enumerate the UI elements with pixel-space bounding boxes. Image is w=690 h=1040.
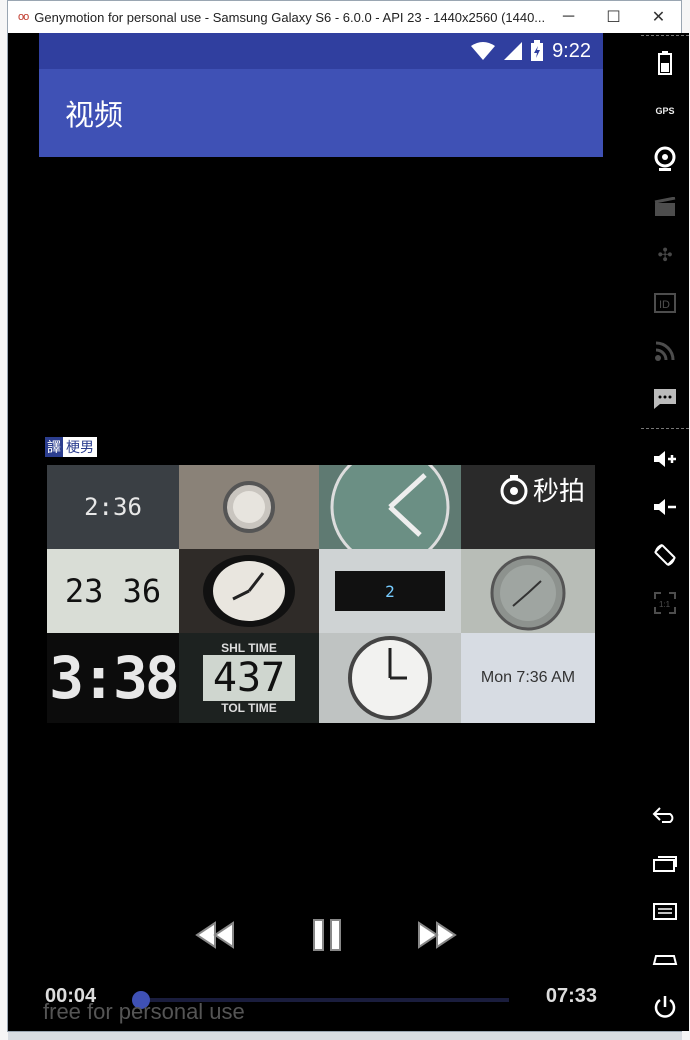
maximize-button[interactable]: ☐ xyxy=(591,1,636,33)
home-icon[interactable] xyxy=(649,943,681,975)
video-surface[interactable]: 2:36 秒拍 23 36 2 3:38 SHL TIME 437 TOL TI… xyxy=(47,465,595,723)
recent-apps-icon[interactable] xyxy=(649,847,681,879)
frame-pocket-watch xyxy=(461,549,595,633)
miaopai-logo-text: 秒拍 xyxy=(532,477,585,507)
dpad-widget-icon[interactable]: ✣ xyxy=(649,239,681,271)
power-icon[interactable] xyxy=(649,991,681,1023)
menu-icon[interactable] xyxy=(649,895,681,927)
frame-office-clock xyxy=(319,633,461,723)
sms-widget-icon[interactable] xyxy=(649,383,681,415)
frame-scoreboard-top: SHL TIME xyxy=(221,641,277,655)
frame-digital-clock: 2:36 xyxy=(47,465,179,549)
frame-scoreboard-value: 437 xyxy=(202,655,296,701)
frame-menubar-clock: Mon 7:36 AM xyxy=(461,633,595,723)
fast-forward-button[interactable] xyxy=(413,913,461,957)
phone-screen: 9:22 视频 譯 梗男 2:36 秒拍 23 36 2 3:38 SHL TI… xyxy=(39,33,603,1031)
webcam-widget-icon[interactable] xyxy=(649,143,681,175)
subtitle-text: 梗男 xyxy=(63,437,97,457)
back-icon[interactable] xyxy=(649,799,681,831)
genymotion-sidebar: GPS ✣ ID 1:1 xyxy=(641,33,689,1031)
status-time: 9:22 xyxy=(552,39,591,62)
capture-widget-icon[interactable] xyxy=(649,191,681,223)
pause-icon xyxy=(313,919,341,951)
frame-logo: 秒拍 xyxy=(461,465,595,549)
frame-digital-clock-text: 2:36 xyxy=(84,493,142,521)
rewind-button[interactable] xyxy=(191,913,239,957)
app-bar: 视频 xyxy=(39,69,603,157)
pixel-perfect-icon[interactable]: 1:1 xyxy=(649,587,681,619)
frame-small-display-text: 2 xyxy=(385,581,395,601)
frame-big-digital-text: 3:38 xyxy=(49,644,179,712)
frame-small-display: 2 xyxy=(319,549,461,633)
page-title: 视频 xyxy=(65,98,124,132)
minimize-button[interactable]: ─ xyxy=(546,1,591,33)
frame-menubar-clock-text: Mon 7:36 AM xyxy=(480,669,576,686)
close-button[interactable]: ✕ xyxy=(636,1,681,33)
volume-down-icon[interactable] xyxy=(649,491,681,523)
battery-charging-icon xyxy=(531,40,544,61)
fast-forward-icon xyxy=(418,921,457,949)
frame-lcd-clock-text: 23 36 xyxy=(64,572,162,610)
rotate-icon[interactable] xyxy=(649,539,681,571)
pause-button[interactable] xyxy=(303,913,351,957)
svg-text:1:1: 1:1 xyxy=(659,600,671,609)
svg-text:ID: ID xyxy=(659,299,670,311)
frame-wristwatch xyxy=(179,465,319,549)
wifi-icon xyxy=(471,42,496,60)
cell-signal-icon xyxy=(504,42,523,60)
gps-widget-icon[interactable]: GPS xyxy=(649,95,681,127)
frame-scoreboard-bottom: TOL TIME xyxy=(221,701,277,715)
subtitle-group-tag: 譯 梗男 xyxy=(45,437,97,457)
frame-scoreboard: SHL TIME 437 TOL TIME xyxy=(179,633,319,723)
sidebar-divider xyxy=(641,35,689,36)
android-status-bar: 9:22 xyxy=(39,33,603,69)
sidebar-divider xyxy=(641,428,689,429)
total-time: 07:33 xyxy=(545,985,597,1007)
subtitle-tag: 譯 xyxy=(45,437,63,457)
frame-lcd-clock: 23 36 xyxy=(47,549,179,633)
genymotion-logo-icon: oo xyxy=(18,11,29,23)
watermark: free for personal use xyxy=(43,999,245,1024)
frame-wall-clock xyxy=(179,549,319,633)
window-titlebar: oo Genymotion for personal use - Samsung… xyxy=(8,1,681,33)
volume-up-icon[interactable] xyxy=(649,443,681,475)
battery-widget-icon[interactable] xyxy=(649,47,681,79)
frame-roman-clock xyxy=(319,465,461,549)
window-title: Genymotion for personal use - Samsung Ga… xyxy=(34,9,546,25)
miaopai-logo-icon xyxy=(500,474,528,504)
rewind-icon xyxy=(195,921,234,949)
cast-widget-icon[interactable] xyxy=(649,335,681,367)
device-id-widget-icon[interactable]: ID xyxy=(649,287,681,319)
media-controls xyxy=(39,913,603,961)
genymotion-window: oo Genymotion for personal use - Samsung… xyxy=(7,0,689,1032)
frame-big-digital: 3:38 xyxy=(47,633,179,723)
